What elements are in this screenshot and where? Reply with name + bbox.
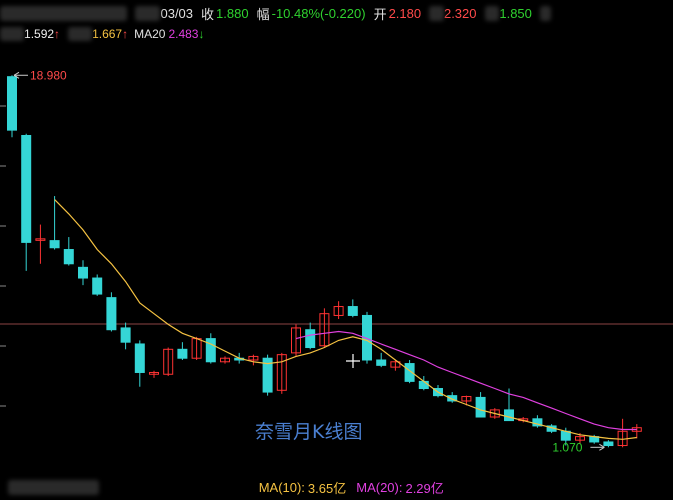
ma10-line [54,199,637,440]
candle-body [92,277,103,295]
candle-body [347,306,358,316]
stock-name [0,5,127,21]
low-value: 1.850 [499,5,532,21]
high-annotation-label: 18.980 [30,68,67,82]
low-annotation-label: 1.070 [552,440,582,454]
candle-body [63,249,74,265]
extra-redacted [539,5,552,21]
year-redacted [134,5,161,21]
candle-body [49,240,60,249]
date-text: 03/03 [160,5,194,21]
candle-body [177,348,188,359]
open-label: 开 [373,6,387,22]
candle-body [376,359,387,366]
open-value: 2.180 [388,5,422,21]
crosshair-cursor-icon [346,354,360,368]
volume-footer: MA(10): 3.65亿 MA(20): 2.29亿 [0,476,673,498]
ma5-label-redacted [0,27,25,41]
candle-body [504,409,514,422]
candle-body [603,441,614,447]
ma10-arrow-icon: ↑ [122,27,129,41]
high-label-redacted [429,5,444,21]
ma5-value: 1.592 [24,27,55,41]
candle-body [475,396,486,418]
high-value: 2.320 [443,5,477,21]
footer-ma20-label: MA(20): [356,479,403,495]
candle-body [305,329,316,349]
low-label-redacted [484,5,500,21]
ma20-label: MA20 [134,27,166,41]
close-label: 收 [201,6,215,22]
ma20-value: 2.483 [168,27,199,41]
ma20-arrow-icon: ↓ [198,27,205,41]
volume-label-redacted [8,479,99,495]
close-value: 1.880 [216,5,249,21]
ma10-label-redacted [68,27,93,41]
change-label: 幅 [256,6,270,22]
candle-body [21,134,32,243]
footer-ma10-label: MA(10): [258,479,305,495]
candle-body [134,343,145,373]
candle-body [120,327,131,343]
footer-ma10-value: 3.65亿 [307,480,347,496]
candle-body [7,76,17,131]
ma-header: 1.592 ↑ 1.667 ↑ MA20 2.483 ↓ [0,24,673,44]
candle-body [78,266,88,279]
ma20-line [295,330,637,431]
candle-body [418,380,429,390]
kline-chart[interactable]: 18.980 1.070 奈雪月K线图 [0,46,673,474]
footer-ma20-value: 2.29亿 [405,480,444,496]
ma5-arrow-icon: ↑ [54,27,61,41]
candle-body [106,297,117,331]
chart-watermark: 奈雪月K线图 [255,421,362,443]
quote-header: 03/03 收 1.880 幅 -10.48%(-0.220) 开 2.180 … [0,2,673,24]
change-value: -10.48%(-0.220) [271,5,366,21]
ma10-value: 1.667 [92,27,123,41]
candle-body [205,338,216,363]
